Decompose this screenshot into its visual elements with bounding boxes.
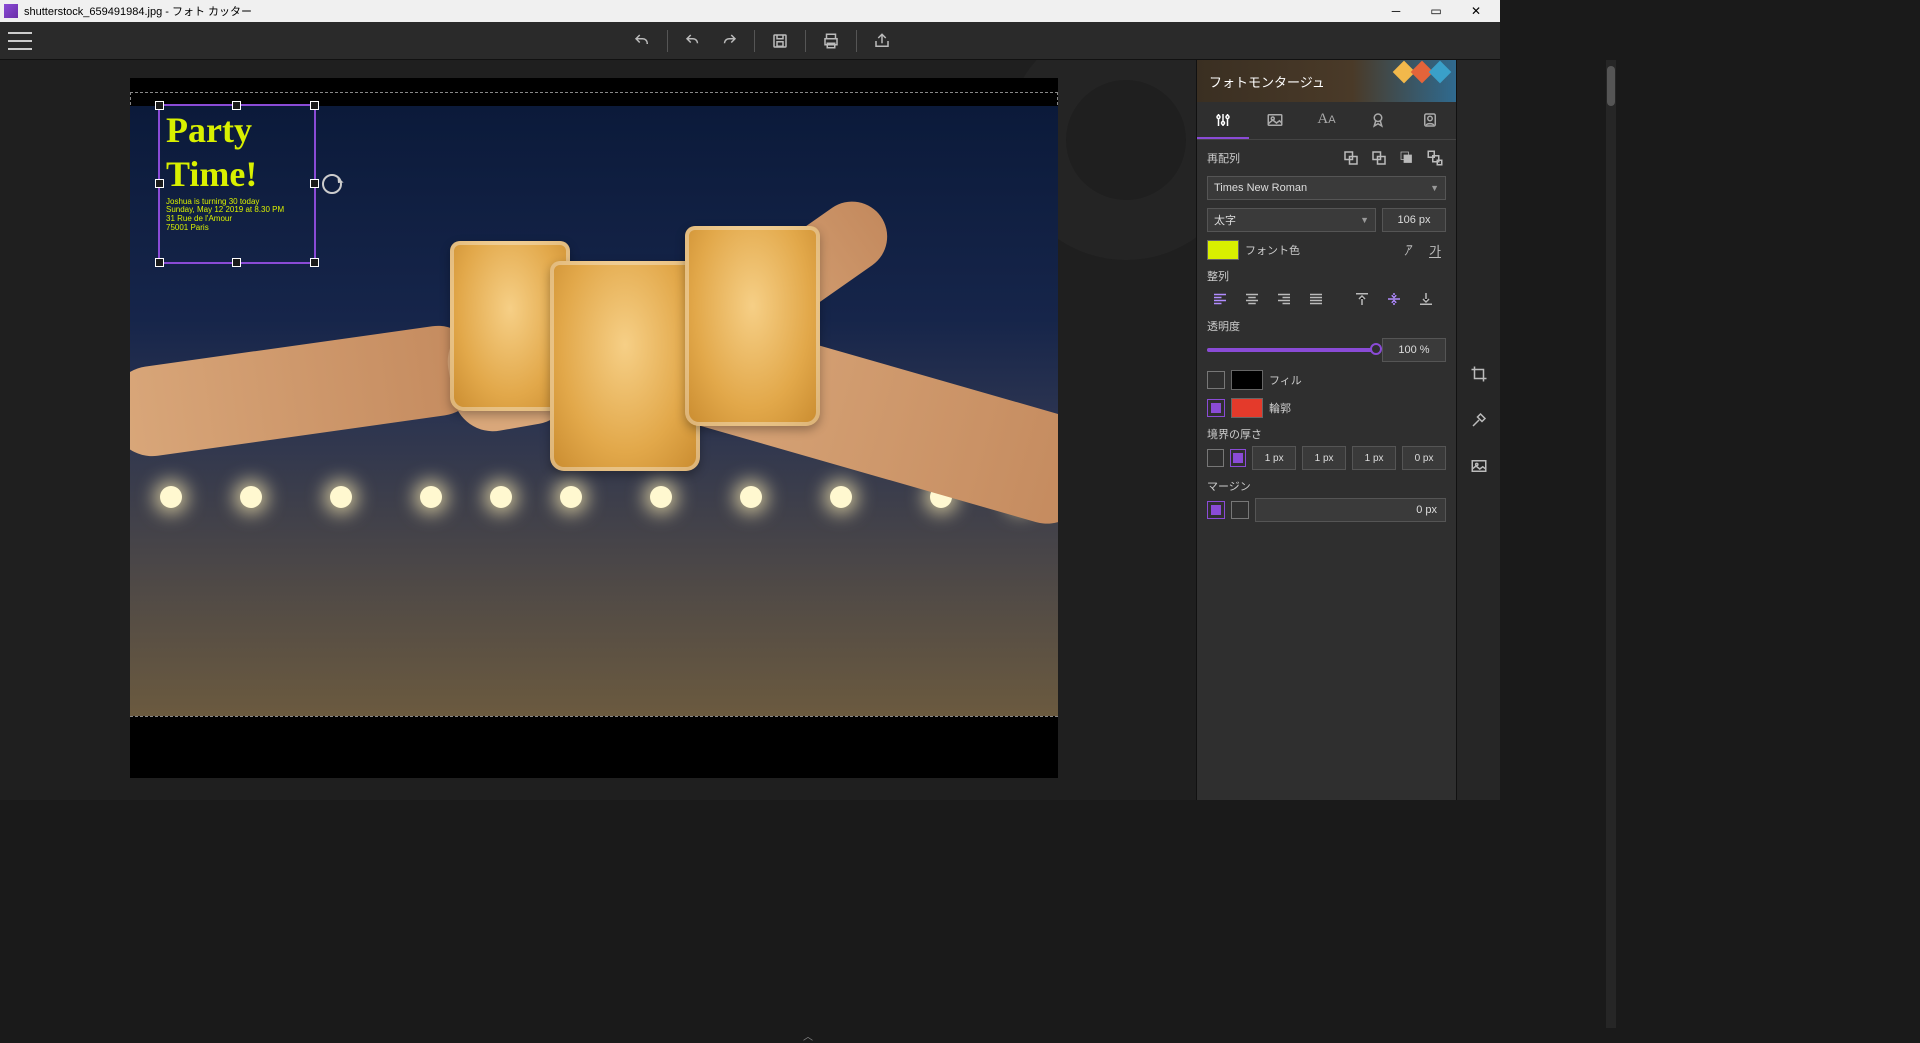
- send-to-back-button[interactable]: [1424, 148, 1446, 168]
- outline-enable-checkbox[interactable]: [1207, 399, 1225, 417]
- vertical-scrollbar[interactable]: [1606, 60, 1616, 1028]
- tab-person[interactable]: [1404, 102, 1456, 139]
- opacity-input[interactable]: 100 %: [1382, 338, 1446, 362]
- send-backward-button[interactable]: [1368, 148, 1390, 168]
- window-titlebar: shutterstock_659491984.jpg - フォト カッター ─ …: [0, 0, 1500, 22]
- window-close-button[interactable]: ✕: [1456, 0, 1496, 22]
- redo-button[interactable]: [712, 26, 746, 56]
- fill-label: フィル: [1269, 372, 1302, 388]
- save-button[interactable]: [763, 26, 797, 56]
- margin-label: マージン: [1207, 478, 1446, 494]
- resize-handle-b[interactable]: [232, 258, 241, 267]
- bottom-expand-chevron[interactable]: ︿: [0, 1028, 1616, 1040]
- outline-color-swatch[interactable]: [1231, 398, 1263, 418]
- align-right-button[interactable]: [1271, 288, 1297, 310]
- selected-text-object[interactable]: Party Time! Joshua is turning 30 today S…: [158, 104, 316, 264]
- tool-rail: [1456, 60, 1500, 800]
- window-maximize-button[interactable]: ▭: [1416, 0, 1456, 22]
- valign-top-button[interactable]: [1349, 288, 1375, 310]
- share-button[interactable]: [865, 26, 899, 56]
- align-justify-button[interactable]: [1303, 288, 1329, 310]
- crop-tool[interactable]: [1465, 360, 1493, 388]
- separator: [856, 30, 857, 52]
- tab-badge[interactable]: [1352, 102, 1404, 139]
- italic-button[interactable]: ｱ: [1396, 240, 1418, 260]
- underline-button[interactable]: 가: [1424, 240, 1446, 260]
- valign-bottom-button[interactable]: [1413, 288, 1439, 310]
- border-link-toggle-a[interactable]: [1207, 449, 1224, 467]
- border-bottom-input[interactable]: 1 px: [1352, 446, 1396, 470]
- chevron-down-icon: ▼: [1430, 183, 1439, 193]
- tab-text[interactable]: AA: [1301, 102, 1353, 139]
- border-top-input[interactable]: 1 px: [1252, 446, 1296, 470]
- font-family-value: Times New Roman: [1214, 182, 1307, 194]
- rotate-handle[interactable]: [322, 174, 342, 194]
- rearrange-label: 再配列: [1207, 150, 1240, 166]
- window-minimize-button[interactable]: ─: [1376, 0, 1416, 22]
- outline-label: 輪郭: [1269, 400, 1291, 416]
- font-color-swatch[interactable]: [1207, 240, 1239, 260]
- opacity-slider[interactable]: [1207, 348, 1376, 352]
- resize-handle-l[interactable]: [155, 179, 164, 188]
- resize-handle-bl[interactable]: [155, 258, 164, 267]
- tab-adjust[interactable]: [1197, 102, 1249, 139]
- align-left-button[interactable]: [1207, 288, 1233, 310]
- border-thickness-label: 境界の厚さ: [1207, 426, 1446, 442]
- bring-to-front-button[interactable]: [1396, 148, 1418, 168]
- valign-middle-button[interactable]: [1381, 288, 1407, 310]
- align-center-button[interactable]: [1239, 288, 1265, 310]
- resize-handle-tr[interactable]: [310, 101, 319, 110]
- fill-enable-checkbox[interactable]: [1207, 371, 1225, 389]
- text-line-1[interactable]: Party: [160, 106, 314, 150]
- margin-link-toggle-b[interactable]: [1231, 501, 1249, 519]
- text-line-2[interactable]: Time!: [160, 150, 314, 194]
- chevron-down-icon: ▼: [1360, 215, 1369, 225]
- font-family-select[interactable]: Times New Roman ▼: [1207, 176, 1446, 200]
- separator: [805, 30, 806, 52]
- resize-handle-t[interactable]: [232, 101, 241, 110]
- margin-link-toggle-a[interactable]: [1207, 501, 1225, 519]
- top-toolbar: [0, 22, 1500, 60]
- font-size-input[interactable]: 106 px: [1382, 208, 1446, 232]
- undo-button[interactable]: [676, 26, 710, 56]
- bring-forward-button[interactable]: [1340, 148, 1362, 168]
- fill-color-swatch[interactable]: [1231, 370, 1263, 390]
- align-label: 整列: [1207, 268, 1446, 284]
- properties-panel: フォトモンタージュ AA 再配列 Times New R: [1196, 60, 1456, 800]
- resize-handle-tl[interactable]: [155, 101, 164, 110]
- print-button[interactable]: [814, 26, 848, 56]
- border-right-input[interactable]: 1 px: [1302, 446, 1346, 470]
- header-decoration: [1396, 64, 1448, 80]
- font-color-label: フォント色: [1245, 242, 1300, 258]
- opacity-label: 透明度: [1207, 318, 1446, 334]
- resize-handle-r[interactable]: [310, 179, 319, 188]
- canvas-area[interactable]: Party Time! Joshua is turning 30 today S…: [0, 60, 1196, 800]
- margin-input[interactable]: [1255, 498, 1446, 522]
- text-detail[interactable]: 75001 Paris: [166, 224, 310, 233]
- resize-handle-br[interactable]: [310, 258, 319, 267]
- eyedropper-tool[interactable]: [1465, 406, 1493, 434]
- font-weight-select[interactable]: 太字 ▼: [1207, 208, 1376, 232]
- font-weight-value: 太字: [1214, 212, 1236, 228]
- border-left-input[interactable]: 0 px: [1402, 446, 1446, 470]
- app-icon: [4, 4, 18, 18]
- panel-tabs: AA: [1197, 102, 1456, 140]
- image-tool[interactable]: [1465, 452, 1493, 480]
- panel-header: フォトモンタージュ: [1197, 60, 1456, 102]
- separator: [754, 30, 755, 52]
- separator: [667, 30, 668, 52]
- window-title: shutterstock_659491984.jpg - フォト カッター: [24, 3, 1376, 19]
- undo-all-button[interactable]: [625, 26, 659, 56]
- tab-image[interactable]: [1249, 102, 1301, 139]
- menu-button[interactable]: [8, 32, 32, 50]
- panel-title: フォトモンタージュ: [1209, 72, 1325, 91]
- border-link-toggle-b[interactable]: [1230, 449, 1247, 467]
